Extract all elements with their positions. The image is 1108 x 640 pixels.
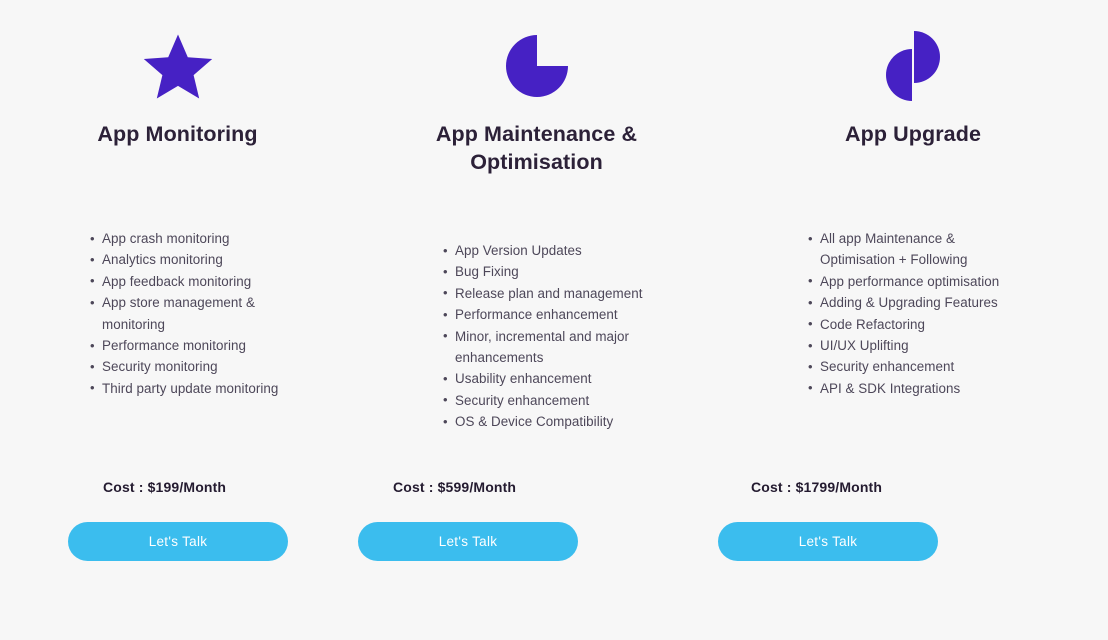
plan-cta-row: Let's Talk bbox=[0, 522, 355, 592]
plan-feature-list: All app Maintenance & Optimisation + Fol… bbox=[808, 228, 1108, 400]
plan-card-app-monitoring: App Monitoring App crash monitoring Anal… bbox=[0, 0, 355, 640]
list-item: Security enhancement bbox=[808, 356, 1013, 378]
plan-features-wrapper: App crash monitoring Analytics monitorin… bbox=[0, 184, 355, 452]
plan-cost-row: Cost : $599/Month bbox=[355, 452, 718, 522]
lets-talk-button[interactable]: Let's Talk bbox=[68, 522, 288, 561]
plan-cost: Cost : $199/Month bbox=[103, 479, 227, 495]
list-item: Performance enhancement bbox=[443, 304, 653, 326]
list-item: UI/UX Uplifting bbox=[808, 335, 1013, 357]
list-item: App Version Updates bbox=[443, 239, 653, 261]
star-icon bbox=[143, 33, 213, 100]
plan-icon-wrapper bbox=[885, 18, 941, 114]
plan-title: App Maintenance & Optimisation bbox=[435, 122, 638, 174]
list-item: Analytics monitoring bbox=[90, 249, 300, 271]
plan-features-wrapper: All app Maintenance & Optimisation + Fol… bbox=[718, 184, 1108, 452]
list-item: Bug Fixing bbox=[443, 261, 653, 283]
list-item: API & SDK Integrations bbox=[808, 377, 1013, 399]
list-item: Adding & Upgrading Features bbox=[808, 292, 1013, 314]
plan-cost-row: Cost : $1799/Month bbox=[718, 452, 1108, 522]
plan-features-wrapper: App Version Updates Bug Fixing Release p… bbox=[355, 184, 718, 452]
plan-card-app-upgrade: App Upgrade All app Maintenance & Optimi… bbox=[718, 0, 1108, 640]
plan-title: App Upgrade bbox=[844, 122, 982, 146]
list-item: Performance monitoring bbox=[90, 335, 300, 357]
list-item: Usability enhancement bbox=[443, 368, 653, 390]
plan-cost-row: Cost : $199/Month bbox=[0, 452, 355, 522]
plan-feature-list: App crash monitoring Analytics monitorin… bbox=[90, 227, 355, 399]
list-item: App store management & monitoring bbox=[90, 292, 300, 335]
plan-icon-wrapper bbox=[143, 18, 213, 114]
list-item: Security monitoring bbox=[90, 356, 300, 378]
plan-cta-row: Let's Talk bbox=[718, 522, 1108, 592]
plan-icon-wrapper bbox=[505, 18, 568, 114]
list-item: All app Maintenance & Optimisation + Fol… bbox=[808, 228, 1013, 271]
list-item: OS & Device Compatibility bbox=[443, 411, 653, 433]
plan-feature-list: App Version Updates Bug Fixing Release p… bbox=[443, 239, 718, 433]
list-item: Minor, incremental and major enhancement… bbox=[443, 325, 653, 369]
list-item: Third party update monitoring bbox=[90, 377, 300, 399]
list-item: App feedback monitoring bbox=[90, 270, 300, 292]
list-item: App crash monitoring bbox=[90, 227, 300, 249]
pricing-plans-section: App Monitoring App crash monitoring Anal… bbox=[0, 0, 1108, 640]
pie-chart-icon bbox=[505, 35, 568, 97]
list-item: Security enhancement bbox=[443, 389, 653, 411]
lets-talk-button[interactable]: Let's Talk bbox=[358, 522, 578, 561]
list-item: Release plan and management bbox=[443, 282, 653, 304]
plan-title: App Monitoring bbox=[97, 122, 258, 146]
list-item: App performance optimisation bbox=[808, 270, 1013, 292]
list-item: Code Refactoring bbox=[808, 313, 1013, 335]
plan-cta-row: Let's Talk bbox=[355, 522, 718, 592]
plan-card-app-maintenance-optimisation: App Maintenance & Optimisation App Versi… bbox=[355, 0, 718, 640]
lets-talk-button[interactable]: Let's Talk bbox=[718, 522, 938, 561]
plan-cost: Cost : $599/Month bbox=[393, 479, 517, 495]
plan-cost: Cost : $1799/Month bbox=[751, 479, 883, 495]
two-half-circles-icon bbox=[885, 30, 941, 102]
